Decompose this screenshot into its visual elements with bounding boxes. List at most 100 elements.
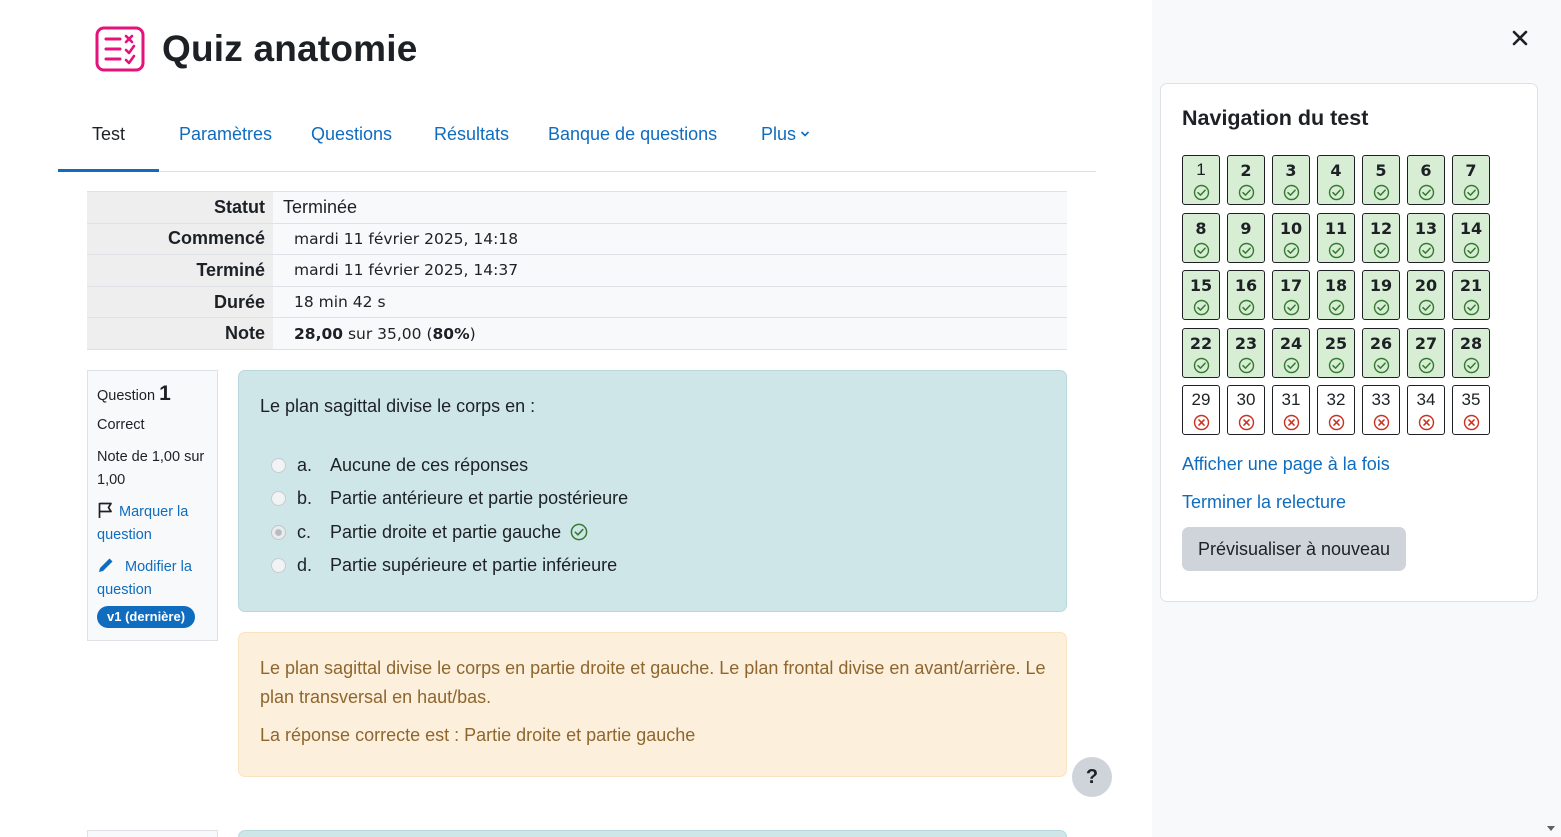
answer-radio[interactable] <box>271 558 286 574</box>
question-nav-number: 33 <box>1371 390 1391 409</box>
question-nav-button[interactable]: 25 <box>1317 327 1355 378</box>
question-nav-button[interactable]: 33 <box>1362 385 1400 435</box>
tab-resultats[interactable]: Résultats <box>434 106 509 172</box>
answer-radio[interactable] <box>271 458 286 474</box>
grade-score: 28,00 <box>294 324 344 343</box>
answer-option-c[interactable]: c. Partie droite et partie gauche <box>260 516 1066 549</box>
question-nav-number: 22 <box>1189 333 1213 353</box>
question-nav-button[interactable]: 23 <box>1227 327 1265 378</box>
question-prefix: Question <box>97 388 156 404</box>
question-nav-button[interactable]: 17 <box>1272 270 1310 320</box>
answer-text: Partie supérieure et partie inférieure <box>330 555 618 576</box>
question-nav-button[interactable]: 14 <box>1452 212 1490 263</box>
question-nav-button[interactable]: 11 <box>1317 212 1355 263</box>
question-nav-button[interactable]: 13 <box>1407 212 1445 263</box>
question-nav-button[interactable]: 32 <box>1317 385 1355 435</box>
question-nav-button[interactable]: 28 <box>1452 327 1490 378</box>
question-nav-button[interactable]: 30 <box>1227 385 1265 435</box>
question-nav-button[interactable]: 22 <box>1182 327 1220 378</box>
question-nav-button[interactable]: 12 <box>1362 212 1400 263</box>
question-nav-number: 30 <box>1236 390 1256 409</box>
show-one-page-link[interactable]: Afficher une page à la fois <box>1182 454 1390 475</box>
question-nav-button[interactable]: 29 <box>1182 385 1220 435</box>
question-nav-button[interactable]: 8 <box>1182 212 1220 263</box>
correct-check-icon <box>1238 299 1255 316</box>
question-nav-button[interactable]: 21 <box>1452 270 1490 320</box>
correct-check-icon <box>1283 184 1300 201</box>
question-nav-number: 35 <box>1461 390 1481 409</box>
answer-radio[interactable] <box>271 491 286 507</box>
answer-option-a[interactable]: a. Aucune de ces réponses <box>260 449 1066 482</box>
preview-again-button[interactable]: Prévisualiser à nouveau <box>1182 527 1406 571</box>
summary-value: Terminée <box>273 191 1067 224</box>
question-nav-number: 15 <box>1189 276 1213 295</box>
correct-check-icon <box>1283 242 1300 258</box>
tab-test[interactable]: Test <box>58 106 159 172</box>
incorrect-cross-icon <box>1283 414 1300 431</box>
scroll-down-arrow[interactable] <box>1547 826 1555 831</box>
question-nav-button[interactable]: 9 <box>1227 212 1265 263</box>
question-nav-button[interactable]: 15 <box>1182 270 1220 320</box>
answer-text: Aucune de ces réponses <box>330 455 529 476</box>
question-nav-button[interactable]: 20 <box>1407 270 1445 320</box>
question-nav-button[interactable]: 18 <box>1317 270 1355 320</box>
question-nav-number: 19 <box>1369 276 1393 295</box>
question-grade: Note de 1,00 sur 1,00 <box>97 449 205 488</box>
question-nav-button[interactable]: 16 <box>1227 270 1265 320</box>
close-drawer-icon[interactable] <box>1507 25 1533 51</box>
question-nav-number: 17 <box>1279 276 1303 295</box>
summary-label: Commencé <box>87 222 273 256</box>
question-nav-number: 24 <box>1279 333 1303 353</box>
correct-check-icon <box>1373 242 1390 258</box>
question-num: 1 <box>159 382 171 405</box>
flag-question-link[interactable]: Marquer la question <box>97 501 217 547</box>
tab-banque-de-questions[interactable]: Banque de questions <box>548 106 717 172</box>
correct-check-icon <box>1193 242 1210 258</box>
question-nav-button[interactable]: 4 <box>1317 155 1355 205</box>
tab-plus[interactable]: Plus <box>761 106 810 172</box>
question-nav-button[interactable]: 7 <box>1452 155 1490 205</box>
question-nav-button[interactable]: 10 <box>1272 212 1310 263</box>
correct-check-icon <box>1238 184 1255 201</box>
edit-question-link[interactable]: Modifier la question <box>97 556 217 602</box>
question-nav-number: 10 <box>1279 218 1303 238</box>
summary-row-started: Commencé mardi 11 février 2025, 14:18 <box>87 222 1067 256</box>
question-number: Question 1 <box>97 382 217 408</box>
question-nav-button[interactable]: 6 <box>1407 155 1445 205</box>
question-nav-button[interactable]: 5 <box>1362 155 1400 205</box>
answer-option-d[interactable]: d. Partie supérieure et partie inférieur… <box>260 549 1066 582</box>
correct-check-icon <box>1238 242 1255 258</box>
answer-letter: c. <box>297 521 312 542</box>
tab-questions[interactable]: Questions <box>311 106 392 172</box>
flag-icon <box>98 502 112 518</box>
correct-check-icon <box>1283 299 1300 316</box>
correct-check-icon <box>1193 357 1210 373</box>
help-button[interactable]: ? <box>1072 757 1112 797</box>
correct-check-icon <box>1418 184 1435 201</box>
tab-parametres[interactable]: Paramètres <box>179 106 272 172</box>
answer-option-b[interactable]: b. Partie antérieure et partie postérieu… <box>260 482 1066 515</box>
question-nav-button[interactable]: 35 <box>1452 385 1490 435</box>
question-nav-button[interactable]: 34 <box>1407 385 1445 435</box>
summary-label: Statut <box>87 191 273 224</box>
answer-list: a. Aucune de ces réponses b. Partie anté… <box>260 449 1066 582</box>
version-badge: v1 (dernière) <box>97 606 196 628</box>
question-nav-number: 16 <box>1234 276 1258 295</box>
answer-letter: d. <box>297 555 313 576</box>
question-nav-button[interactable]: 3 <box>1272 155 1310 205</box>
correct-check-icon <box>1328 184 1345 201</box>
question-nav-button[interactable]: 26 <box>1362 327 1400 378</box>
finish-review-link[interactable]: Terminer la relecture <box>1182 492 1346 513</box>
question-nav-button[interactable]: 19 <box>1362 270 1400 320</box>
question-nav-button[interactable]: 24 <box>1272 327 1310 378</box>
next-question-info <box>87 830 218 837</box>
question-nav-button[interactable]: 31 <box>1272 385 1310 435</box>
summary-value: mardi 11 février 2025, 14:18 <box>273 222 1067 256</box>
correct-check-icon <box>1373 299 1390 316</box>
question-nav-button[interactable]: 2 <box>1227 155 1265 205</box>
answer-radio-selected[interactable] <box>271 524 286 540</box>
question-nav-button[interactable]: 1 <box>1182 155 1220 205</box>
correct-check-icon <box>1463 184 1480 201</box>
incorrect-cross-icon <box>1328 414 1345 431</box>
question-nav-button[interactable]: 27 <box>1407 327 1445 378</box>
